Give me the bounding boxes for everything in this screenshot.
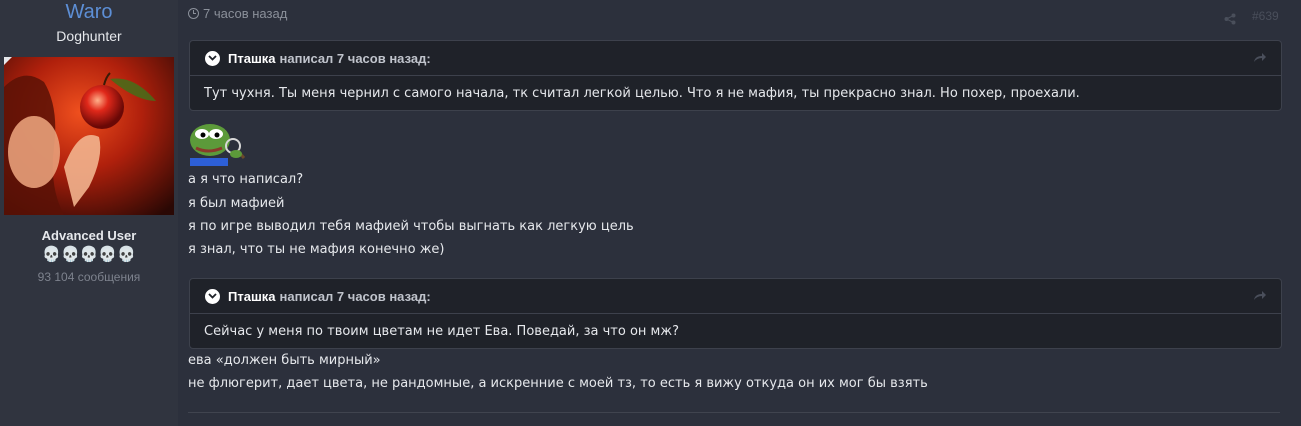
skull-rating-icons: 💀💀💀💀💀: [42, 245, 136, 263]
reply-line: я по игре выводил тебя мафией чтобы выгн…: [188, 219, 634, 234]
username-link[interactable]: Waro: [0, 1, 178, 23]
reply-line: не флюгерит, дает цвета, не рандомные, а…: [188, 376, 928, 391]
pepe-emoji-image: [188, 118, 248, 166]
user-profile-panel: Waro Doghunter Advanced User 💀💀💀💀💀 93 10…: [0, 0, 178, 426]
user-title: Doghunter: [56, 28, 122, 44]
user-banner: Advanced User: [41, 228, 137, 243]
quote-block: Пташка написал 7 часов назад: Сейчас у м…: [189, 278, 1282, 349]
quote-block: Пташка написал 7 часов назад: Тут чухня.…: [189, 40, 1282, 111]
avatar[interactable]: [4, 57, 174, 215]
quote-text: Сейчас у меня по твоим цветам не идет Ев…: [190, 313, 1281, 348]
post-divider: [188, 412, 1280, 413]
goto-arrow-icon[interactable]: [1253, 289, 1267, 304]
clock-icon: [188, 8, 199, 19]
quote-header[interactable]: Пташка написал 7 часов назад:: [190, 279, 1281, 313]
chevron-down-icon[interactable]: [205, 288, 220, 304]
quote-header[interactable]: Пташка написал 7 часов назад:: [190, 41, 1281, 75]
post-number-link[interactable]: #639: [1252, 9, 1279, 23]
reply-line: я был мафией: [188, 196, 285, 211]
quote-author[interactable]: Пташка: [228, 51, 276, 66]
quote-suffix: написал 7 часов назад:: [279, 288, 431, 304]
post-time: 7 часов назад: [203, 6, 288, 21]
reply-line: я знал, что ты не мафия конечно же): [188, 242, 445, 257]
quote-suffix: написал 7 часов назад:: [279, 50, 431, 66]
goto-arrow-icon[interactable]: [1253, 51, 1267, 66]
reply-line: ева «должен быть мирный»: [188, 353, 381, 368]
share-icon[interactable]: [1224, 10, 1236, 29]
reply-line: а я что написал?: [188, 172, 304, 187]
post-timestamp[interactable]: 7 часов назад: [188, 6, 287, 21]
quote-author[interactable]: Пташка: [228, 289, 276, 304]
quote-text: Тут чухня. Ты меня чернил с самого начал…: [190, 75, 1281, 110]
message-count: 93 104 сообщения: [37, 270, 141, 284]
chevron-down-icon[interactable]: [205, 50, 220, 66]
